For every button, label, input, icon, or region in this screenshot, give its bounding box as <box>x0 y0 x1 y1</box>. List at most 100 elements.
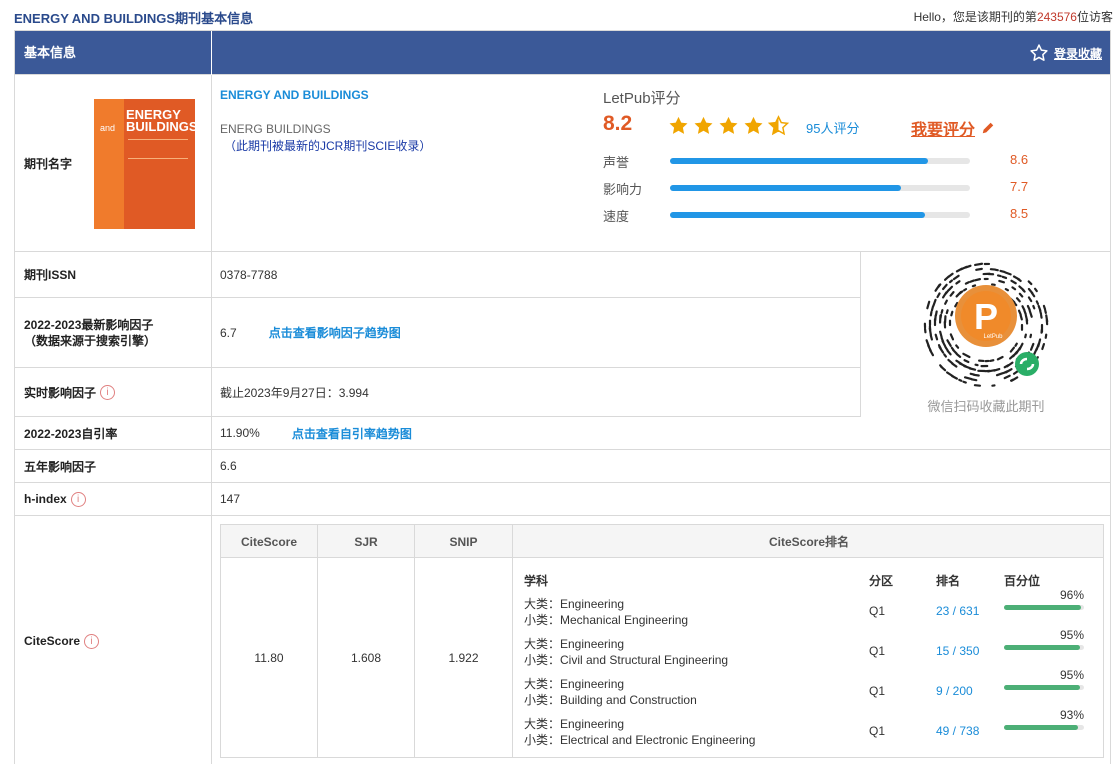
percentile-bar-track <box>1004 685 1084 690</box>
qr-logo-letter: P <box>974 296 998 337</box>
rating-bar-row: 声誉 8.6 <box>603 152 1063 170</box>
rank-major-category: 大类：Engineering <box>524 677 625 691</box>
rating-stars <box>667 115 790 137</box>
rating-bar-fill <box>670 158 928 164</box>
impact-factor-label-source: （数据来源于搜索引擎） <box>24 333 157 348</box>
half-star-icon <box>767 115 790 136</box>
rank-subject: 大类：Engineering 小类：Building and Constructi… <box>524 676 697 708</box>
rating-bar-track <box>670 185 970 191</box>
col-citescore-rank: CiteScore排名 <box>768 535 850 549</box>
rank-percentile: 93% <box>1059 708 1084 722</box>
issn-value: 0378-7788 <box>220 267 278 282</box>
realtime-if-label-cell: 实时影响因子 i <box>15 368 212 416</box>
rank-subject: 大类：Engineering 小类：Civil and Structural En… <box>524 636 728 668</box>
info-icon[interactable]: i <box>70 491 86 507</box>
rank-row: 大类：Engineering 小类：Building and Constructi… <box>513 668 1105 712</box>
impact-factor-label: 2022-2023最新影响因子 （数据来源于搜索引擎） <box>15 298 212 367</box>
info-icon[interactable]: i <box>100 384 116 400</box>
self-citation-value: 11.90% <box>220 426 260 440</box>
pencil-icon <box>982 122 994 134</box>
page-title: ENERGY AND BUILDINGS期刊基本信息 <box>14 11 254 26</box>
rank-subject: 大类：Engineering 小类：Mechanical Engineering <box>524 596 688 628</box>
visitor-count: 243576 <box>1036 10 1077 24</box>
rank-row: 大类：Engineering 小类：Electrical and Electron… <box>513 708 1105 752</box>
rating-bar-track <box>670 212 970 218</box>
rank-position: 49 / 738 <box>936 724 980 738</box>
rank-quartile: Q1 <box>869 604 886 618</box>
rank-percentile: 95% <box>1059 668 1084 682</box>
percentile-bar-fill <box>1004 685 1080 690</box>
rank-minor-category: 小类：Electrical and Electronic Engineering <box>524 733 756 747</box>
rank-percentile: 95% <box>1059 628 1084 642</box>
percentile-bar-track <box>1004 645 1084 650</box>
journal-cover-image: ENERGY BUILDINGS and <box>94 99 195 229</box>
row-self-citation: 2022-2023自引率 11.90% 点击查看自引率趋势图 <box>15 417 1110 450</box>
rating-bar-row: 速度 8.5 <box>603 206 1063 224</box>
citescore-rank-list: 学科 分区 排名 百分位 大类：Engineering 小类：Mechanical… <box>513 558 1105 758</box>
snip-value: 1.922 <box>415 558 513 758</box>
rank-percentile: 96% <box>1059 588 1084 602</box>
info-icon[interactable]: i <box>84 633 100 649</box>
rank-quartile: Q1 <box>869 684 886 698</box>
journal-name[interactable]: ENERGY AND BUILDINGS <box>220 88 369 102</box>
row-journal-name: 期刊名字 ENERGY BUILDINGS and ENERGY AND BUI… <box>15 75 1110 252</box>
rank-major-category: 大类：Engineering <box>524 637 625 651</box>
rank-position: 15 / 350 <box>936 644 980 658</box>
issn-label: 期刊ISSN <box>15 252 212 297</box>
wechat-qr-code: P LetPub <box>923 262 1049 387</box>
percentile-bar-track <box>1004 725 1084 730</box>
review-count-link[interactable]: 95人评分 <box>806 118 859 137</box>
rank-header-quartile: 分区 <box>869 574 894 588</box>
row-citescore: CiteScore i CiteScore SJR SNIP CiteScore排… <box>15 516 1110 764</box>
qr-panel: P LetPub 微信扫码收藏此期刊 <box>860 252 1110 417</box>
col-citescore: CiteScore <box>221 525 318 558</box>
star-icon <box>744 116 763 134</box>
realtime-if-value: 截止2023年9月27日：3.994 <box>220 385 369 400</box>
impact-factor-cell: 6.7 点击查看影响因子趋势图 <box>220 298 401 367</box>
rank-minor-category: 小类：Civil and Structural Engineering <box>524 653 729 667</box>
h-index-label: h-index <box>24 492 67 506</box>
five-year-if-value: 6.6 <box>220 459 237 473</box>
percentile-bar-fill <box>1004 645 1080 650</box>
visitor-greeting: Hello，您是该期刊的第243576位访客 <box>914 8 1113 25</box>
rating-bar-fill <box>670 185 901 191</box>
rating-score: 8.2 <box>603 112 633 135</box>
five-year-if-label: 五年影响因子 <box>15 450 212 482</box>
impact-factor-label-main: 2022-2023最新影响因子 <box>24 317 154 332</box>
favorite-button[interactable]: 登录收藏 <box>1029 43 1102 63</box>
rank-row: 大类：Engineering 小类：Mechanical Engineering Q… <box>513 588 1105 632</box>
greeting-suffix: 位访客 <box>1076 10 1113 24</box>
percentile-bar-track <box>1004 605 1084 610</box>
greeting-prefix: Hello，您是该期刊的第 <box>913 10 1037 24</box>
journal-info-table: 基本信息 登录收藏 期刊名字 ENERGY BUILDINGS and ENER… <box>14 30 1111 764</box>
h-index-value: 147 <box>220 492 241 506</box>
rating-bar-value: 8.6 <box>1010 152 1029 167</box>
rank-major-category: 大类：Engineering <box>524 597 625 611</box>
cover-title: ENERGY BUILDINGS <box>126 107 195 134</box>
top-bar: ENERGY AND BUILDINGS期刊基本信息 Hello，您是该期刊的第… <box>0 0 1117 30</box>
citescore-label-cell: CiteScore i <box>15 516 212 764</box>
citescore-value: 11.80 <box>221 558 318 758</box>
rank-minor-category: 小类：Mechanical Engineering <box>524 613 689 627</box>
cover-and: and <box>100 123 116 133</box>
rank-header-rank: 排名 <box>936 574 961 588</box>
realtime-if-label: 实时影响因子 <box>24 385 97 400</box>
rating-bar-row: 影响力 7.7 <box>603 179 1063 197</box>
rating-bar-value: 8.5 <box>1010 206 1029 221</box>
rank-row: 大类：Engineering 小类：Civil and Structural En… <box>513 628 1105 672</box>
impact-factor-value: 6.7 <box>220 325 237 340</box>
favorite-label: 登录收藏 <box>1053 46 1102 61</box>
rating-title: LetPub评分 <box>603 90 681 107</box>
star-icon <box>669 116 688 134</box>
rank-subject: 大类：Engineering 小类：Electrical and Electron… <box>524 716 755 748</box>
qr-logo-text: LetPub <box>983 334 1003 340</box>
rating-bar-track <box>670 158 970 164</box>
rating-bar-fill <box>670 212 925 218</box>
rank-position: 23 / 631 <box>936 604 980 618</box>
impact-factor-trend-link[interactable]: 点击查看影响因子趋势图 <box>269 324 401 341</box>
rank-header-percentile: 百分位 <box>1004 574 1041 588</box>
rank-quartile: Q1 <box>869 644 886 658</box>
self-citation-trend-link[interactable]: 点击查看自引率趋势图 <box>292 425 412 442</box>
citescore-table: CiteScore SJR SNIP CiteScore排名 11.80 1.6… <box>220 524 1104 758</box>
rate-journal-button[interactable]: 我要评分 <box>911 116 995 140</box>
